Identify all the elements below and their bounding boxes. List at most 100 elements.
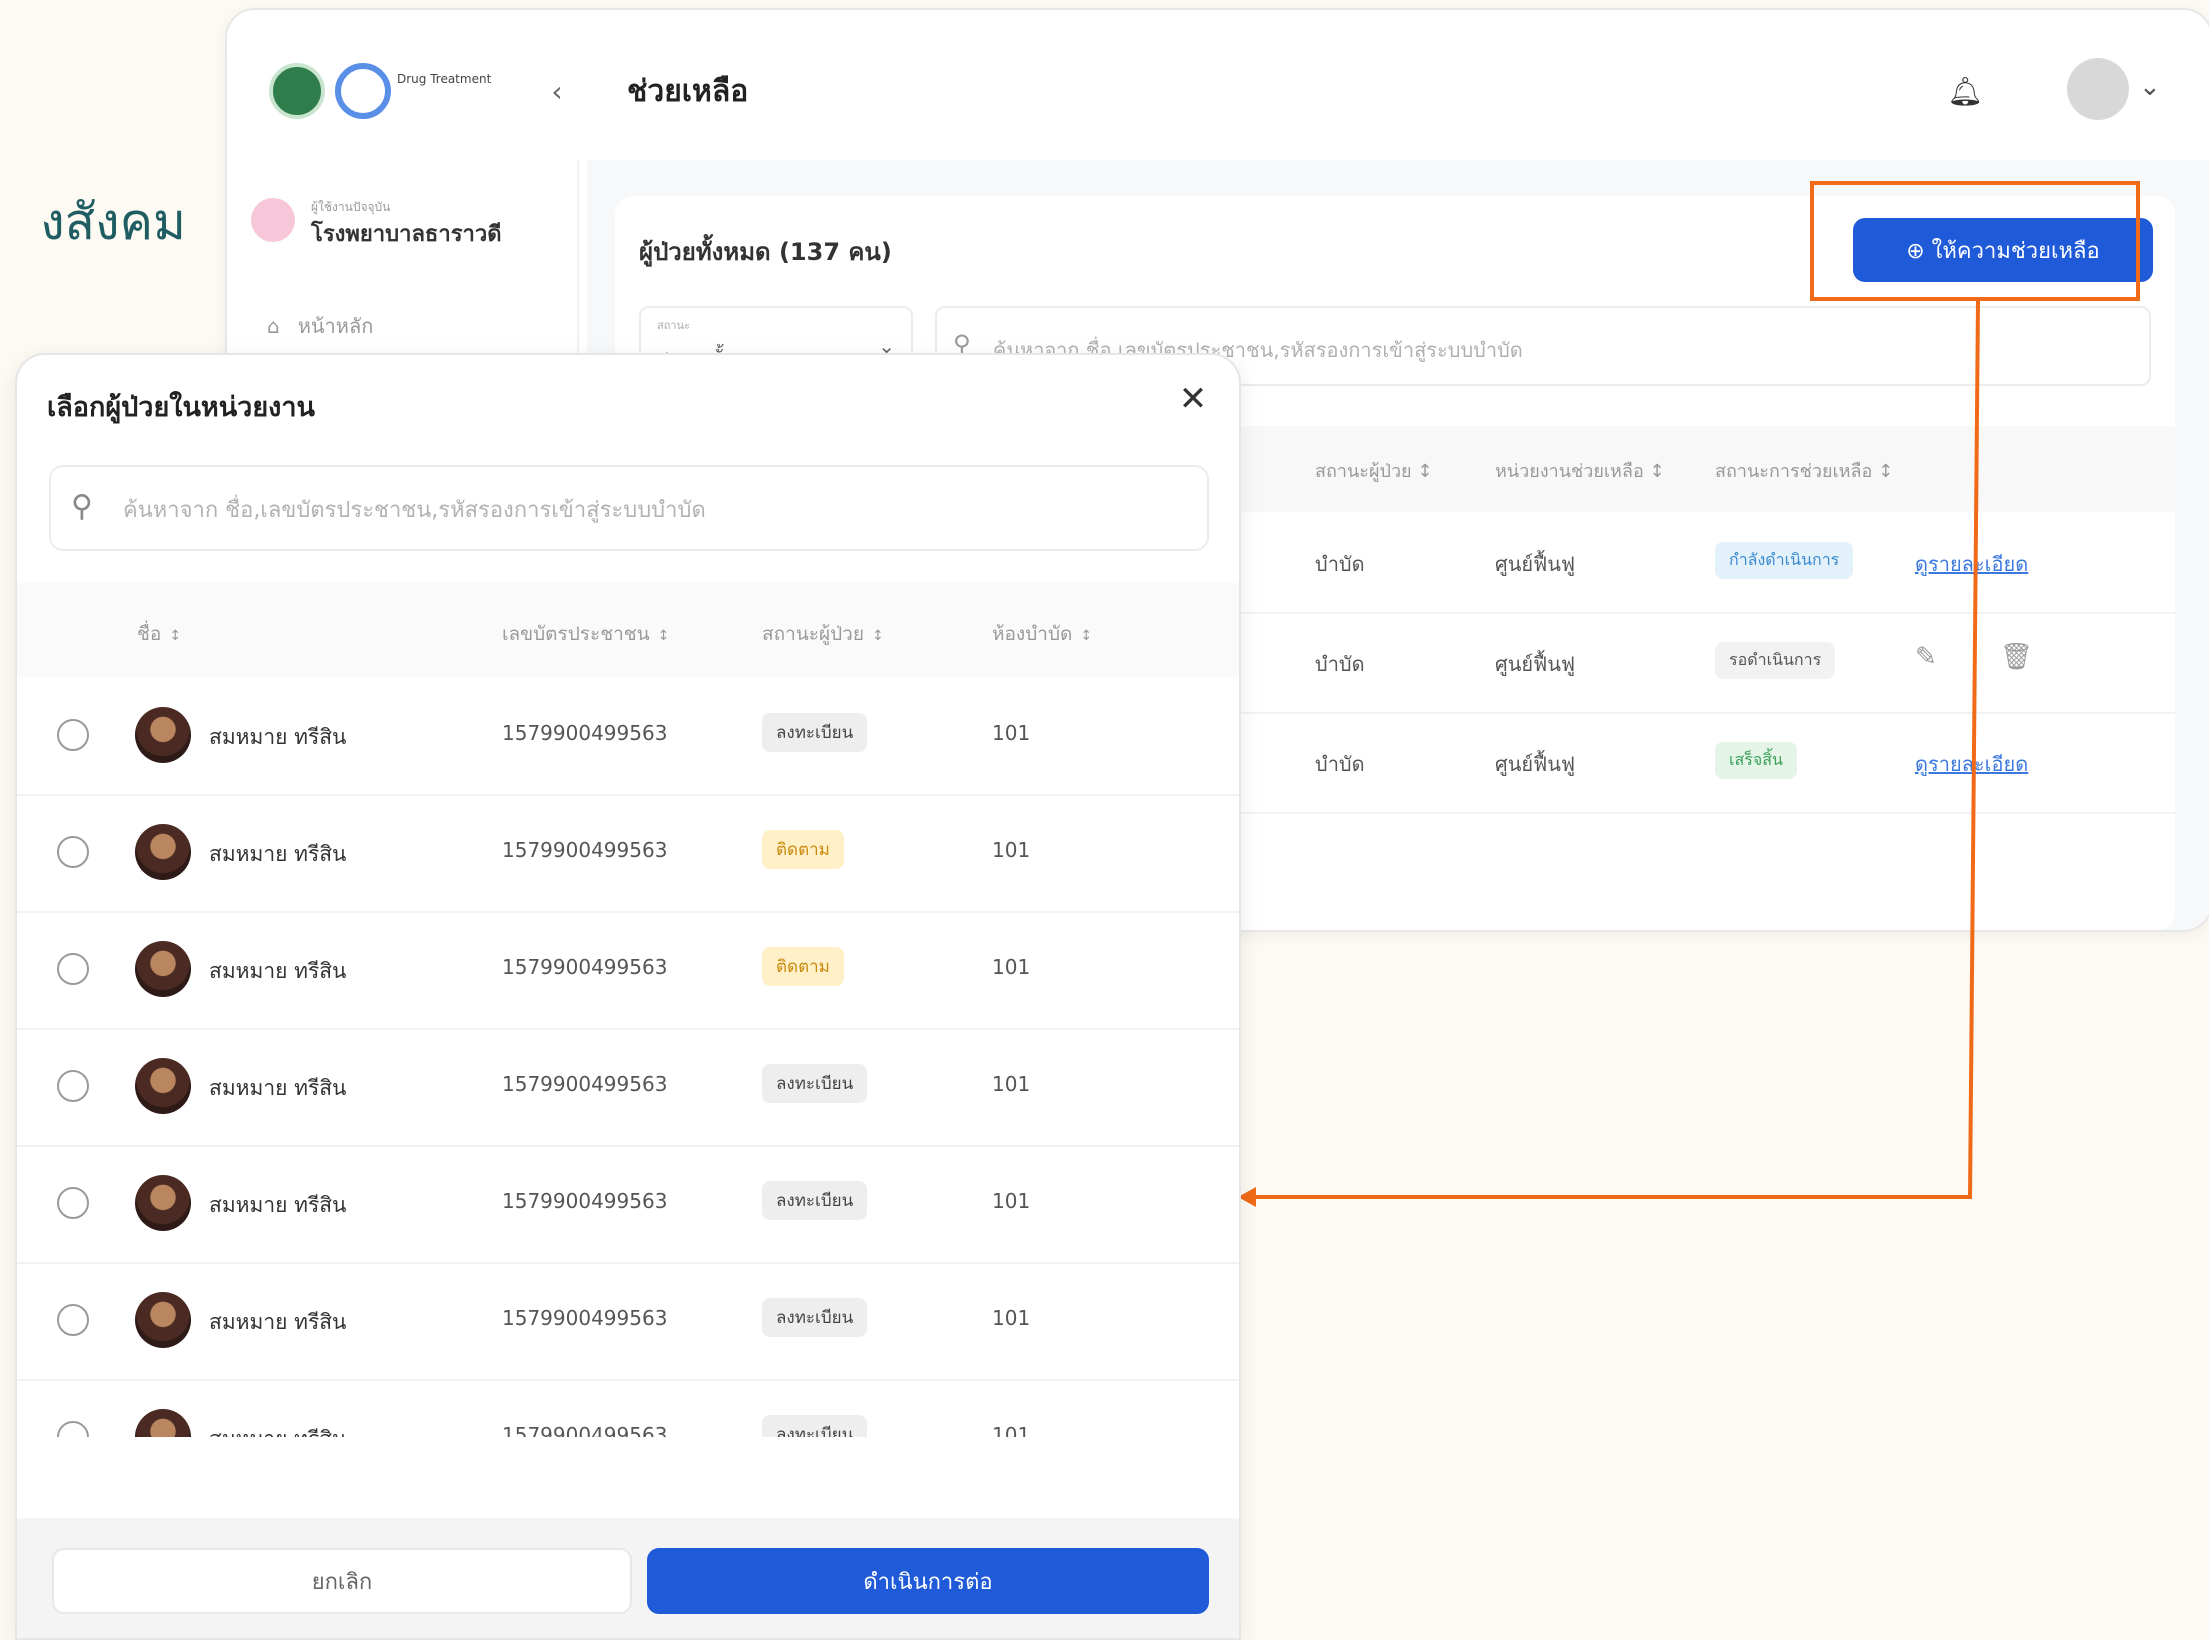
patient-name: สมหมาย ทรีสิน	[209, 1310, 347, 1334]
patient-room: 101	[992, 955, 1031, 979]
card-title: ผู้ป่วยทั้งหมด (137 คน)	[639, 238, 892, 266]
status-badge: ลงทะเบียน	[762, 1415, 868, 1437]
cancel-button[interactable]: ยกเลิก	[52, 1548, 632, 1614]
patient-id: 1579900499563	[502, 1189, 668, 1213]
select-radio[interactable]	[57, 719, 89, 751]
column-header-room[interactable]: ห้องบำบัด ↕	[992, 619, 1092, 649]
column-header-status[interactable]: สถานะผู้ป่วย ↕	[762, 619, 884, 649]
status-badge: ลงทะเบียน	[762, 1181, 868, 1220]
table-row[interactable]: สมหมาย ทรีสิน 1579900499563 ลงทะเบียน 10…	[17, 1028, 1239, 1147]
select-radio[interactable]	[57, 1070, 89, 1102]
top-bar: Drug Treatment ‹ ช่วยเหลือ 🔔︎ ⌄	[227, 10, 2209, 160]
table-row[interactable]: สมหมาย ทรีสิน 1579900499563 ลงทะเบียน 10…	[17, 1145, 1239, 1264]
select-radio[interactable]	[57, 1421, 89, 1437]
avatar	[135, 1058, 191, 1114]
page-title: ช่วยเหลือ	[627, 74, 749, 109]
patient-room: 101	[992, 1072, 1031, 1096]
patient-list: สมหมาย ทรีสิน 1579900499563 ลงทะเบียน 10…	[17, 677, 1239, 1437]
patient-id: 1579900499563	[502, 838, 668, 862]
sort-icon: ↕	[1080, 628, 1093, 644]
column-header[interactable]: สถานะการช่วยเหลือ ↕	[1715, 456, 1893, 485]
chevron-left-icon[interactable]: ‹	[537, 72, 577, 112]
modal-search-field[interactable]: ⚲	[49, 465, 1209, 551]
side-caption: งสังคม	[40, 193, 186, 251]
sidebar-item-label: หน้าหลัก	[297, 314, 374, 338]
status-badge: กำลังดำเนินการ	[1715, 542, 1854, 579]
select-radio[interactable]	[57, 1187, 89, 1219]
trash-icon[interactable]: 🗑︎	[2000, 642, 2033, 672]
patient-status: บำบัด	[1315, 552, 1365, 576]
modal-table-header: ชื่อ ↕ เลขบัตรประชาชน ↕ สถานะผู้ป่วย ↕ ห้อง…	[17, 583, 1239, 677]
patient-id: 1579900499563	[502, 1306, 668, 1330]
sort-icon: ↕	[169, 628, 182, 644]
drug-treatment-logo-icon	[335, 63, 391, 119]
status-badge: ลงทะเบียน	[762, 713, 868, 752]
column-header[interactable]: หน่วยงานช่วยเหลือ ↕	[1495, 456, 1665, 485]
select-radio[interactable]	[57, 836, 89, 868]
table-row[interactable]: สมหมาย ทรีสิน 1579900499563 ลงทะเบียน 10…	[17, 1262, 1239, 1381]
patient-room: 101	[992, 1423, 1031, 1437]
patient-name: สมหมาย ทรีสิน	[209, 1423, 346, 1437]
avatar	[135, 707, 191, 763]
bell-icon[interactable]: 🔔︎	[1943, 70, 1987, 114]
sort-icon: ↕	[871, 628, 884, 644]
table-row[interactable]: สมหมาย ทรีสิน 1579900499563 ติดตาม 101	[17, 794, 1239, 913]
home-icon: ⌂	[267, 314, 280, 338]
avatar	[135, 1175, 191, 1231]
patient-room: 101	[992, 1306, 1031, 1330]
help-unit: ศูนย์ฟื้นฟู	[1495, 752, 1576, 776]
status-badge: รอดำเนินการ	[1715, 642, 1836, 679]
highlight-box	[1810, 181, 2140, 301]
patient-name: สมหมาย ทรีสิน	[209, 842, 347, 866]
search-icon: ⚲	[71, 489, 93, 524]
sidebar-item-home[interactable]: ⌂ หน้าหลัก	[267, 310, 373, 342]
help-unit: ศูนย์ฟื้นฟู	[1495, 552, 1576, 576]
modal-title: เลือกผู้ป่วยในหน่วยงาน	[47, 392, 315, 423]
patient-name: สมหมาย ทรีสิน	[209, 725, 347, 749]
user-avatar[interactable]	[2067, 58, 2129, 120]
continue-button[interactable]: ดำเนินการต่อ	[647, 1548, 1209, 1614]
table-row[interactable]: สมหมาย ทรีสิน 1579900499563 ลงทะเบียน 10…	[17, 677, 1239, 796]
org-name: โรงพยาบาลธาราวดี	[311, 222, 502, 247]
table-row[interactable]: สมหมาย ทรีสิน 1579900499563 ติดตาม 101	[17, 911, 1239, 1030]
close-icon[interactable]: ✕	[1173, 379, 1213, 419]
patient-status: บำบัด	[1315, 752, 1365, 776]
logo-text: Drug Treatment	[397, 72, 492, 86]
select-radio[interactable]	[57, 1304, 89, 1336]
avatar	[135, 1409, 191, 1437]
help-unit: ศูนย์ฟื้นฟู	[1495, 652, 1576, 676]
org-avatar	[251, 198, 295, 242]
select-radio[interactable]	[57, 953, 89, 985]
select-patient-modal: เลือกผู้ป่วยในหน่วยงาน ✕ ⚲ ชื่อ↕ เลขบัตร…	[15, 353, 1241, 1640]
view-details-link[interactable]: ดูรายละเอียด	[1915, 748, 2028, 780]
patient-room: 101	[992, 1189, 1031, 1213]
avatar	[135, 824, 191, 880]
patient-name: สมหมาย ทรีสิน	[209, 1076, 347, 1100]
table-row[interactable]: สมหมาย ทรีสิน 1579900499563 ลงทะเบียน 10…	[17, 1379, 1239, 1437]
edit-icon[interactable]: ✎	[1915, 642, 1937, 672]
avatar	[135, 941, 191, 997]
column-header[interactable]: สถานะผู้ป่วย ↕	[1315, 456, 1432, 485]
status-badge: ลงทะเบียน	[762, 1064, 868, 1103]
view-details-link[interactable]: ดูรายละเอียด	[1915, 548, 2028, 580]
patient-name: สมหมาย ทรีสิน	[209, 959, 347, 983]
chevron-down-icon[interactable]: ⌄	[2139, 72, 2161, 102]
ministry-logo-icon	[269, 63, 325, 119]
column-header-name[interactable]: ชื่อ ↕	[137, 619, 181, 649]
patient-id: 1579900499563	[502, 721, 668, 745]
status-badge: เสร็จสิ้น	[1715, 742, 1797, 779]
patient-id: 1579900499563	[502, 955, 668, 979]
avatar	[135, 1292, 191, 1348]
patient-id: 1579900499563	[502, 1072, 668, 1096]
patient-name: สมหมาย ทรีสิน	[209, 1193, 347, 1217]
modal-search-input[interactable]	[121, 487, 1185, 533]
patient-room: 101	[992, 838, 1031, 862]
filter-label: สถานะ	[657, 319, 690, 332]
patient-room: 101	[992, 721, 1031, 745]
sort-icon: ↕	[657, 628, 670, 644]
status-badge: ลงทะเบียน	[762, 1298, 868, 1337]
patient-id: 1579900499563	[502, 1423, 668, 1437]
column-header-id[interactable]: เลขบัตรประชาชน ↕	[502, 619, 669, 649]
patient-status: บำบัด	[1315, 652, 1365, 676]
status-badge: ติดตาม	[762, 947, 844, 986]
